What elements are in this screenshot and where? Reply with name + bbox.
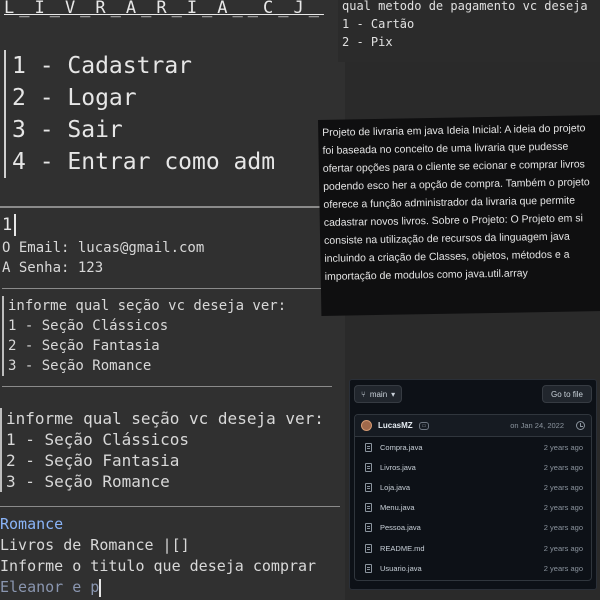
file-name[interactable]: Pessoa.java (380, 523, 421, 532)
go-to-file-button[interactable]: Go to file (541, 385, 592, 403)
romance-books: Livros de Romance |[] (0, 536, 190, 554)
file-age: 2 years ago (543, 503, 583, 513)
file-age: 2 years ago (543, 543, 583, 553)
file-name[interactable]: Livros.java (380, 463, 416, 472)
payment-option-pix: 2 - Pix (342, 35, 393, 49)
section-option-classicos: 1 - Seção Clássicos (0, 429, 324, 450)
file-icon (365, 503, 372, 513)
divider (0, 206, 342, 208)
payment-option-cartao: 1 - Cartão (342, 17, 415, 31)
file-row[interactable]: Pessoa.java 2 years ago (355, 518, 591, 538)
file-icon (365, 482, 372, 492)
text-cursor (14, 214, 17, 236)
repo-panel: ⑂ main ▾ Go to file LucasMZ ▭ on Jan 24,… (349, 379, 597, 590)
file-row[interactable]: Compra.java 2 years ago (355, 437, 591, 457)
main-menu: 1 - Cadastrar 2 - Logar 3 - Sair 4 - Ent… (4, 50, 275, 178)
file-row[interactable]: README.md 2 years ago (355, 538, 591, 558)
section-option-romance: 3 - Seção Romance (0, 471, 324, 492)
file-name[interactable]: Compra.java (380, 443, 423, 452)
store-title: L_I_V_R_A_R_I_A__C_J_ (4, 0, 324, 18)
commit-date: on Jan 24, 2022 (510, 421, 564, 430)
section-option-romance: 3 - Seção Romance (2, 356, 286, 376)
payment-prompt: qual metodo de pagamento vc deseja 1 - C… (342, 0, 588, 51)
divider (2, 386, 332, 387)
file-icon (365, 442, 372, 452)
file-row[interactable]: Loja.java 2 years ago (355, 477, 591, 497)
section-prompt: informe qual seção vc deseja ver: (2, 296, 286, 316)
file-age: 2 years ago (543, 462, 583, 472)
divider (0, 506, 340, 507)
branch-selector[interactable]: ⑂ main ▾ (354, 385, 403, 403)
file-row[interactable]: Usuario.java 2 years ago (355, 558, 591, 578)
menu-option-sair: 3 - Sair (4, 114, 275, 146)
senha-line: A Senha: 123 (2, 260, 104, 276)
title-prompt: Informe o titulo que deseja comprar (0, 557, 317, 575)
login-output: O Email: lucas@gmail.com A Senha: 123 (2, 238, 204, 278)
branch-icon: ⑂ (361, 389, 366, 399)
text-cursor (99, 578, 102, 597)
file-list: LucasMZ ▭ on Jan 24, 2022 Compra.java 2 … (354, 414, 592, 581)
section-prompt: informe qual seção vc deseja ver: (0, 408, 324, 429)
file-name[interactable]: Loja.java (380, 483, 410, 492)
section-menu-repeat: informe qual seção vc deseja ver: 1 - Se… (0, 408, 324, 492)
commit-author[interactable]: LucasMZ (378, 421, 413, 430)
terminal-window: L_I_V_R_A_R_I_A__C_J_ 1 - Cadastrar 2 - … (0, 0, 345, 600)
file-name[interactable]: Usuario.java (380, 564, 422, 573)
section-option-fantasia: 2 - Seção Fantasia (0, 450, 324, 471)
verified-badge: ▭ (418, 421, 430, 430)
file-row[interactable]: Livros.java 2 years ago (355, 457, 591, 477)
latest-commit: LucasMZ ▭ on Jan 24, 2022 (355, 415, 591, 437)
file-row[interactable]: Menu.java 2 years ago (355, 498, 591, 518)
title-input[interactable]: Eleanor e p (0, 577, 316, 598)
section-option-fantasia: 2 - Seção Fantasia (2, 336, 286, 356)
file-name[interactable]: Menu.java (380, 503, 415, 512)
file-name[interactable]: README.md (380, 544, 425, 553)
section-menu: informe qual seção vc deseja ver: 1 - Se… (2, 296, 286, 376)
section-option-classicos: 1 - Seção Clássicos (2, 316, 286, 336)
email-line: O Email: lucas@gmail.com (2, 240, 205, 256)
history-icon[interactable] (576, 421, 585, 430)
repo-toolbar: ⑂ main ▾ Go to file (350, 380, 596, 408)
avatar[interactable] (361, 420, 372, 431)
chevron-down-icon: ▾ (391, 389, 396, 399)
title-input-value: Eleanor e p (0, 578, 100, 596)
project-description: Projeto de livraria em java Ideia Inicia… (318, 115, 600, 316)
file-age: 2 years ago (543, 482, 583, 492)
file-age: 2 years ago (543, 442, 583, 452)
romance-label: Romance (0, 515, 64, 533)
terminal-input[interactable]: 1 (2, 214, 17, 236)
file-age: 2 years ago (543, 563, 583, 573)
menu-option-cadastrar: 1 - Cadastrar (4, 50, 275, 82)
file-age: 2 years ago (543, 523, 583, 533)
input-value: 1 (2, 215, 13, 235)
file-icon (365, 563, 372, 573)
divider (2, 288, 332, 289)
file-icon (365, 523, 372, 533)
romance-output: Romance Livros de Romance |[] Informe o … (0, 514, 316, 598)
menu-option-adm: 4 - Entrar como adm (4, 146, 275, 178)
file-icon (365, 543, 372, 553)
branch-name: main (369, 389, 388, 399)
menu-option-logar: 2 - Logar (4, 82, 275, 114)
file-icon (365, 462, 372, 472)
payment-question: qual metodo de pagamento vc deseja (342, 0, 588, 13)
